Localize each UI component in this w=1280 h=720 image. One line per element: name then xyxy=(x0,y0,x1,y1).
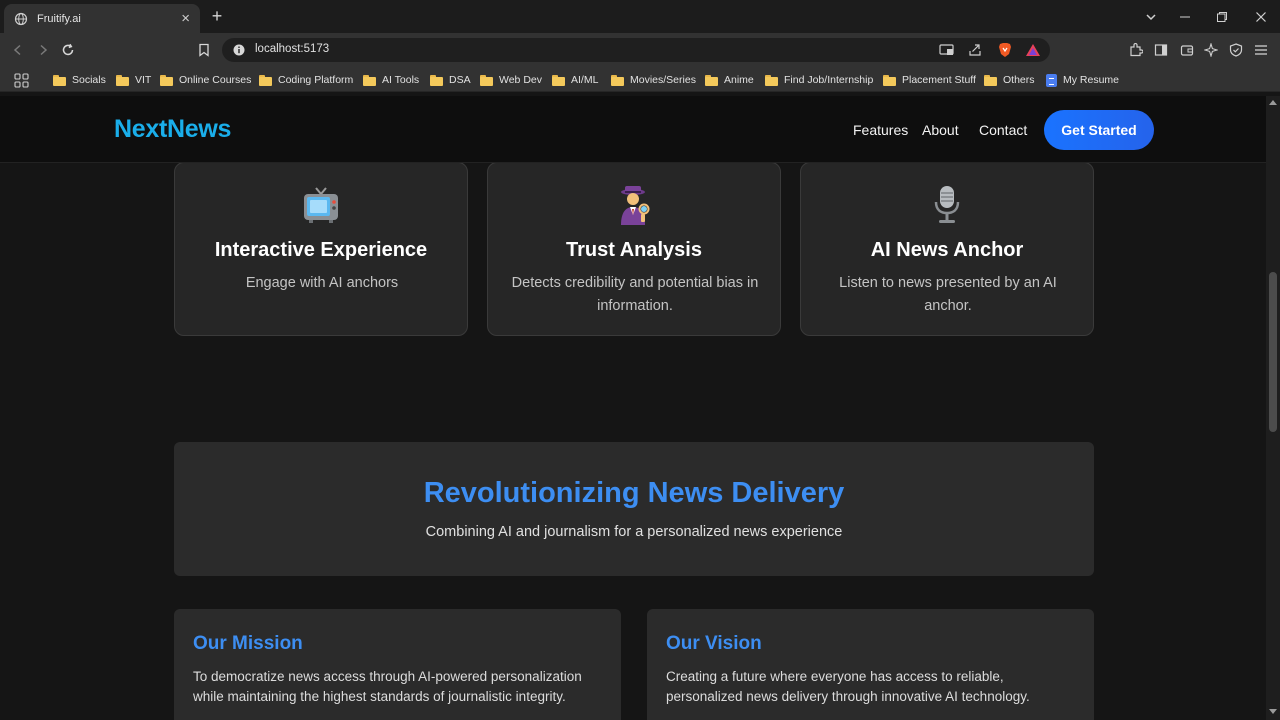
bookmarks-bar: Socials VIT Online Courses Coding Platfo… xyxy=(0,67,1280,92)
address-bar[interactable]: localhost:5173 xyxy=(222,38,1050,62)
bookmark-ai-ml[interactable]: AI/ML xyxy=(552,72,598,88)
bookmark-others[interactable]: Others xyxy=(984,72,1035,88)
folder-icon xyxy=(765,75,778,86)
vision-card: Our Vision Creating a future where every… xyxy=(647,609,1094,720)
vision-title: Our Vision xyxy=(666,633,762,654)
folder-icon xyxy=(705,75,718,86)
feature-title: Interactive Experience xyxy=(214,239,428,261)
bookmark-placement-stuff[interactable]: Placement Stuff xyxy=(883,72,976,88)
scroll-up-arrow[interactable] xyxy=(1269,100,1277,105)
bookmark-online-courses[interactable]: Online Courses xyxy=(160,72,251,88)
folder-icon xyxy=(259,75,272,86)
close-window-button[interactable] xyxy=(1242,0,1280,33)
reload-icon[interactable] xyxy=(58,40,78,60)
leo-ai-icon[interactable] xyxy=(1203,42,1219,58)
site-header: NextNews Features About Contact Get Star… xyxy=(0,96,1266,163)
cast-icon[interactable] xyxy=(938,43,954,57)
feature-description: Detects credibility and potential bias i… xyxy=(511,275,759,314)
detective-icon xyxy=(488,185,780,225)
bookmark-socials[interactable]: Socials xyxy=(53,72,106,88)
tab-search-icon[interactable] xyxy=(1132,0,1170,33)
share-icon[interactable] xyxy=(967,43,983,57)
brave-shield-icon[interactable] xyxy=(997,43,1013,57)
minimize-button[interactable] xyxy=(1166,0,1204,33)
wallet-icon[interactable] xyxy=(1179,42,1195,58)
new-tab-button[interactable]: + xyxy=(207,6,227,26)
sidebar-icon[interactable] xyxy=(1153,42,1169,58)
url-text: localhost:5173 xyxy=(255,43,330,55)
browser-tab[interactable]: Fruitify.ai × xyxy=(4,4,200,33)
feature-card-trust: Trust Analysis Detects credibility and p… xyxy=(487,162,781,336)
feature-description: Listen to news presented by an AI anchor… xyxy=(839,275,1057,314)
bookmark-movies-series[interactable]: Movies/Series xyxy=(611,72,696,88)
brave-rewards-icon[interactable] xyxy=(1025,43,1041,57)
mission-card: Our Mission To democratize news access t… xyxy=(174,609,621,720)
globe-icon xyxy=(14,12,28,26)
site-logo[interactable]: NextNews xyxy=(114,115,231,144)
bookmark-coding-platform[interactable]: Coding Platform xyxy=(259,72,353,88)
nav-features[interactable]: Features xyxy=(853,122,908,138)
folder-icon xyxy=(53,75,66,86)
scroll-down-arrow[interactable] xyxy=(1269,709,1277,714)
folder-icon xyxy=(430,75,443,86)
forward-icon[interactable] xyxy=(33,40,53,60)
bookmark-ai-tools[interactable]: AI Tools xyxy=(363,72,419,88)
folder-icon xyxy=(611,75,624,86)
tab-strip: Fruitify.ai × + xyxy=(0,0,1280,33)
bookmark-icon[interactable] xyxy=(194,40,214,60)
bookmark-vit[interactable]: VIT xyxy=(116,72,151,88)
feature-title: AI News Anchor xyxy=(870,239,1024,261)
page-viewport: NextNews Features About Contact Get Star… xyxy=(0,96,1266,720)
bookmark-dsa[interactable]: DSA xyxy=(430,72,471,88)
folder-icon xyxy=(363,75,376,86)
hero-banner: Revolutionizing News Delivery Combining … xyxy=(174,442,1094,576)
folder-icon xyxy=(116,75,129,86)
mission-text: To democratize news access through AI-po… xyxy=(193,669,582,704)
feature-title: Trust Analysis xyxy=(566,239,702,261)
tab-title: Fruitify.ai xyxy=(37,12,81,25)
television-icon xyxy=(175,185,467,225)
microphone-icon xyxy=(801,185,1093,225)
folder-icon xyxy=(883,75,896,86)
banner-title: Revolutionizing News Delivery xyxy=(423,477,845,509)
vision-text: Creating a future where everyone has acc… xyxy=(666,669,1030,704)
folder-icon xyxy=(984,75,997,86)
bookmark-find-job[interactable]: Find Job/Internship xyxy=(765,72,873,88)
restore-button[interactable] xyxy=(1203,0,1241,33)
nav-contact[interactable]: Contact xyxy=(979,122,1027,138)
feature-card-interactive: Interactive Experience Engage with AI an… xyxy=(174,162,468,336)
banner-subtitle: Combining AI and journalism for a person… xyxy=(425,524,843,540)
scrollbar-thumb[interactable] xyxy=(1269,272,1277,432)
nav-about[interactable]: About xyxy=(922,122,959,138)
bookmark-anime[interactable]: Anime xyxy=(705,72,754,88)
document-icon xyxy=(1046,73,1057,87)
folder-icon xyxy=(552,75,565,86)
folder-icon xyxy=(480,75,493,86)
apps-icon[interactable] xyxy=(14,72,29,88)
folder-icon xyxy=(160,75,173,86)
vpn-icon[interactable] xyxy=(1228,42,1244,58)
bookmark-my-resume[interactable]: My Resume xyxy=(1046,72,1119,88)
feature-description: Engage with AI anchors xyxy=(245,275,399,291)
site-info-icon[interactable] xyxy=(232,43,246,57)
feature-card-anchor: AI News Anchor Listen to news presented … xyxy=(800,162,1094,336)
menu-icon[interactable] xyxy=(1253,42,1269,58)
get-started-button[interactable]: Get Started xyxy=(1044,110,1154,150)
close-tab-icon[interactable]: × xyxy=(181,11,190,26)
page-scrollbar[interactable] xyxy=(1266,96,1280,720)
extensions-icon[interactable] xyxy=(1128,42,1144,58)
mission-title: Our Mission xyxy=(193,633,303,654)
back-icon[interactable] xyxy=(8,40,28,60)
bookmark-web-dev[interactable]: Web Dev xyxy=(480,72,542,88)
